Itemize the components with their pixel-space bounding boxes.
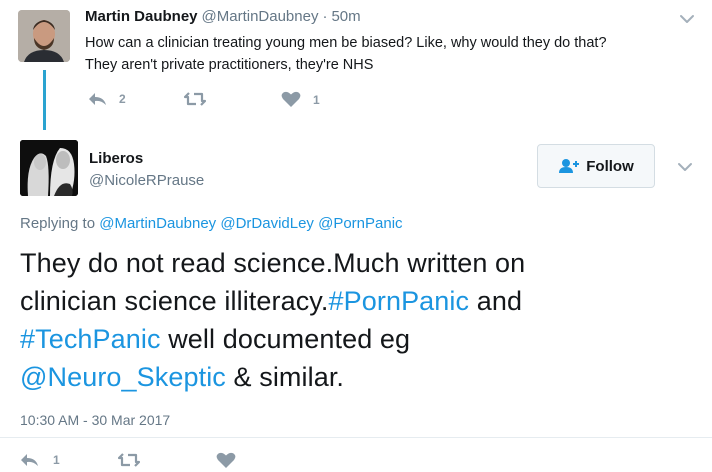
parent-author-handle[interactable]: @MartinDaubney	[202, 8, 319, 25]
retweet-button[interactable]	[118, 452, 148, 468]
like-count: 1	[313, 92, 320, 107]
separator-dot: ·	[322, 8, 328, 25]
mention-link[interactable]: @PornPanic	[318, 215, 402, 232]
mention-link[interactable]: @Neuro_Skeptic	[20, 362, 226, 392]
like-button[interactable]: 1	[281, 91, 320, 108]
text-segment: well documented eg	[160, 324, 411, 354]
retweet-icon	[118, 453, 140, 467]
parent-text-line: How can a clinician treating young men b…	[85, 35, 607, 51]
reply-count: 1	[53, 453, 60, 467]
parent-author-line: Martin Daubney @MartinDaubney · 50m	[85, 8, 361, 25]
parent-text-line: They aren't private practitioners, they'…	[85, 57, 374, 73]
tweet-text-line: #TechPanic well documented eg	[20, 320, 700, 358]
add-user-icon	[559, 159, 580, 173]
text-segment: & similar.	[225, 362, 345, 392]
author-handle[interactable]: @NicoleRPrause	[89, 172, 204, 189]
tweet-text-line: They do not read science.Much written on	[20, 248, 526, 278]
tweet-timestamp[interactable]: 10:30 AM - 30 Mar 2017	[20, 412, 170, 428]
author-name[interactable]: Liberos	[89, 150, 143, 167]
parent-author-name[interactable]: Martin Daubney	[85, 8, 198, 25]
hashtag-link[interactable]: #TechPanic	[20, 324, 161, 354]
reply-button[interactable]: 1	[20, 452, 60, 468]
mention-link[interactable]: @MartinDaubney	[99, 215, 216, 232]
avatar-liberos[interactable]	[20, 140, 78, 196]
reply-icon	[89, 93, 106, 105]
replying-to-line: Replying to @MartinDaubney @DrDavidLey @…	[20, 215, 403, 232]
thread-connector-line	[43, 70, 46, 130]
chevron-down-icon[interactable]	[679, 11, 695, 27]
parent-time-ago[interactable]: 50m	[331, 8, 360, 25]
divider	[0, 437, 712, 438]
reply-icon	[21, 454, 38, 466]
text-segment: and	[469, 286, 523, 316]
parent-tweet-text: How can a clinician treating young men b…	[85, 32, 695, 76]
retweet-button[interactable]	[184, 91, 214, 107]
text-segment: clinician science illiteracy.	[20, 286, 329, 316]
heart-icon	[281, 91, 301, 107]
avatar-martin-daubney[interactable]	[18, 10, 70, 62]
hashtag-link[interactable]: #PornPanic	[329, 286, 470, 316]
reply-count: 2	[119, 92, 126, 106]
retweet-icon	[184, 92, 206, 106]
mention-link[interactable]: @DrDavidLey	[220, 215, 314, 232]
follow-label: Follow	[586, 157, 634, 175]
heart-icon	[216, 452, 236, 468]
tweet-text-line: @Neuro_Skeptic & similar.	[20, 358, 700, 396]
tweet-text: They do not read science.Much written on…	[20, 244, 700, 396]
tweet-text-line: clinician science illiteracy.#PornPanic …	[20, 282, 700, 320]
like-button[interactable]	[216, 452, 248, 469]
chevron-down-icon[interactable]	[677, 159, 693, 175]
reply-button[interactable]: 2	[88, 91, 126, 107]
replying-prefix: Replying to	[20, 215, 96, 232]
follow-button[interactable]: Follow	[537, 144, 655, 188]
